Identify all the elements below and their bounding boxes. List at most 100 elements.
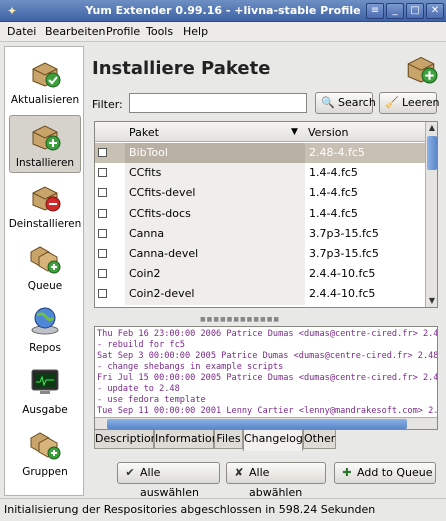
sidebar-item-repos[interactable]: Repos [9, 301, 81, 359]
output-icon [31, 369, 59, 394]
tab-other[interactable]: Other [303, 430, 336, 449]
select-all-label: Alle auswählen [140, 466, 199, 499]
sidebar: Aktualisieren Installieren Deinstalliere… [4, 46, 84, 496]
package-name: Coin2 [129, 267, 161, 281]
changelog-line: - rebuild for fc5 [97, 340, 185, 350]
repos-icon [31, 307, 59, 335]
sort-descending-icon[interactable]: ▼ [291, 127, 298, 137]
add-queue-icon: ✚ [342, 466, 352, 479]
package-version: 1.4-4.fc5 [309, 186, 358, 200]
filter-input[interactable] [129, 93, 307, 113]
clear-button-label: Leeren [402, 96, 440, 109]
changelog-line: - change shebangs in example scripts [97, 362, 284, 372]
add-to-queue-button[interactable]: ✚ Add to Queue [334, 462, 436, 484]
scroll-up-icon[interactable]: ▲ [426, 122, 437, 134]
package-table: Paket ▼ Version BibTool 2.48-4.fc5 CCfits… [94, 121, 438, 308]
column-header-version[interactable]: Version [308, 126, 348, 139]
changelog-line: Fri Jul 15 00:00:00 2005 Patrice Dumas <… [97, 373, 438, 383]
menu-help[interactable]: Help [183, 25, 208, 38]
cross-icon: ✘ [234, 466, 244, 479]
package-name: CCfits [129, 166, 162, 180]
changelog-line: Tue Sep 11 00:00:00 2001 Lenny Cartier <… [97, 406, 438, 416]
changelog-line: Sat Sep 3 00:00:00 2005 Patrice Dumas <d… [97, 351, 438, 361]
queue-icon [30, 246, 61, 274]
row-checkbox[interactable] [98, 188, 107, 198]
row-checkbox[interactable] [98, 228, 107, 238]
menu-bearbeiten[interactable]: Bearbeiten [45, 25, 105, 38]
table-row[interactable]: CCfits 1.4-4.fc5 [95, 163, 426, 184]
sidebar-item-label: Repos [29, 342, 61, 354]
row-checkbox[interactable] [98, 208, 107, 218]
title-bar: ✦ Yum Extender 0.99.16 - +livna-stable P… [0, 0, 446, 22]
tab-files[interactable]: Files [214, 430, 243, 449]
scrollbar-thumb[interactable] [107, 419, 407, 429]
table-scrollbar[interactable]: ▲ ▼ [425, 122, 437, 307]
sidebar-item-installieren[interactable]: Installieren [9, 115, 81, 173]
page-title: Installiere Pakete [92, 58, 271, 79]
row-checkbox[interactable] [98, 249, 107, 258]
search-button[interactable]: 🔍 Search [315, 92, 376, 114]
scroll-down-icon[interactable]: ▼ [426, 295, 437, 307]
changelog-line: - use fedora template [97, 395, 206, 405]
table-row[interactable]: Canna-devel 3.7p3-15.fc5 [95, 244, 426, 265]
sidebar-item-aktualisieren[interactable]: Aktualisieren [9, 53, 81, 111]
package-version: 2.4.4-10.fc5 [309, 287, 376, 301]
add-to-queue-label: Add to Queue [357, 466, 433, 479]
package-version: 2.48-4.fc5 [309, 146, 365, 159]
package-name: BibTool [129, 146, 168, 159]
checkmark-icon: ✔ [125, 466, 135, 479]
sidebar-item-gruppen[interactable]: Gruppen [9, 425, 81, 483]
tab-information[interactable]: Information [154, 430, 219, 449]
deselect-all-button[interactable]: ✘ Alle abwählen [226, 462, 326, 499]
minimize-icon[interactable]: _ [386, 3, 404, 19]
broom-icon: 🧹 [385, 96, 399, 109]
sidebar-item-label: Aktualisieren [10, 94, 80, 106]
tab-changelog[interactable]: Changelog [243, 430, 303, 451]
row-checkbox[interactable] [98, 168, 107, 178]
package-name: CCfits-devel [129, 186, 196, 200]
table-row[interactable]: BibTool 2.48-4.fc5 [95, 143, 426, 164]
sidebar-item-ausgabe[interactable]: Ausgabe [9, 363, 81, 421]
remove-icon [32, 186, 61, 212]
row-checkbox[interactable] [98, 148, 107, 157]
sidebar-item-deinstallieren[interactable]: Deinstallieren [9, 177, 81, 235]
table-row[interactable]: CCfits-devel 1.4-4.fc5 [95, 183, 426, 204]
row-checkbox[interactable] [98, 269, 107, 279]
table-row[interactable]: Canna 3.7p3-15.fc5 [95, 223, 426, 244]
tab-description[interactable]: Description [94, 430, 158, 449]
status-text: Initialisierung der Respositories abgesc… [4, 503, 376, 516]
sidebar-item-label: Ausgabe [22, 404, 68, 416]
select-all-button[interactable]: ✔ Alle auswählen [117, 462, 220, 499]
install-icon [407, 56, 438, 84]
detail-tabs: Description Information Files Changelog … [94, 430, 438, 451]
package-name: Canna-devel [129, 247, 199, 260]
sidebar-item-queue[interactable]: Queue [9, 239, 81, 297]
changelog-line: Thu Feb 16 23:00:00 2006 Patrice Dumas <… [97, 329, 438, 339]
scrollbar-thumb[interactable] [427, 136, 437, 170]
filter-label: Filter: [92, 98, 123, 111]
package-name: Coin2-devel [129, 287, 195, 301]
table-row[interactable]: Coin2-devel 2.4.4-10.fc5 [95, 284, 426, 305]
pane-splitter[interactable]: ■■■■■■■■■■■■ [200, 316, 279, 323]
menu-profile[interactable]: Profile [106, 25, 140, 38]
menu-icon[interactable]: ≡ [366, 3, 384, 19]
package-version: 2.4.4-10.fc5 [309, 267, 376, 281]
menu-datei[interactable]: Datei [7, 25, 36, 38]
changelog-view: Thu Feb 16 23:00:00 2006 Patrice Dumas <… [94, 326, 438, 430]
changelog-scrollbar[interactable] [95, 417, 437, 429]
package-version: 1.4-4.fc5 [309, 166, 358, 180]
status-bar: Initialisierung der Respositories abgesc… [0, 498, 446, 521]
package-version: 1.4-4.fc5 [309, 206, 358, 220]
row-checkbox[interactable] [98, 289, 107, 299]
table-row[interactable]: Coin2 2.4.4-10.fc5 [95, 264, 426, 285]
sidebar-item-label: Queue [27, 280, 63, 292]
groups-icon [30, 432, 61, 460]
maximize-icon[interactable]: □ [406, 3, 424, 19]
menu-bar: Datei Bearbeiten Profile Tools Help [0, 22, 446, 42]
clear-button[interactable]: 🧹 Leeren [379, 92, 440, 114]
close-icon[interactable]: ✕ [426, 3, 444, 19]
column-header-paket[interactable]: Paket [129, 126, 159, 139]
table-row[interactable]: CCfits-docs 1.4-4.fc5 [95, 203, 426, 224]
package-version: 3.7p3-15.fc5 [309, 226, 379, 240]
menu-tools[interactable]: Tools [146, 25, 173, 38]
